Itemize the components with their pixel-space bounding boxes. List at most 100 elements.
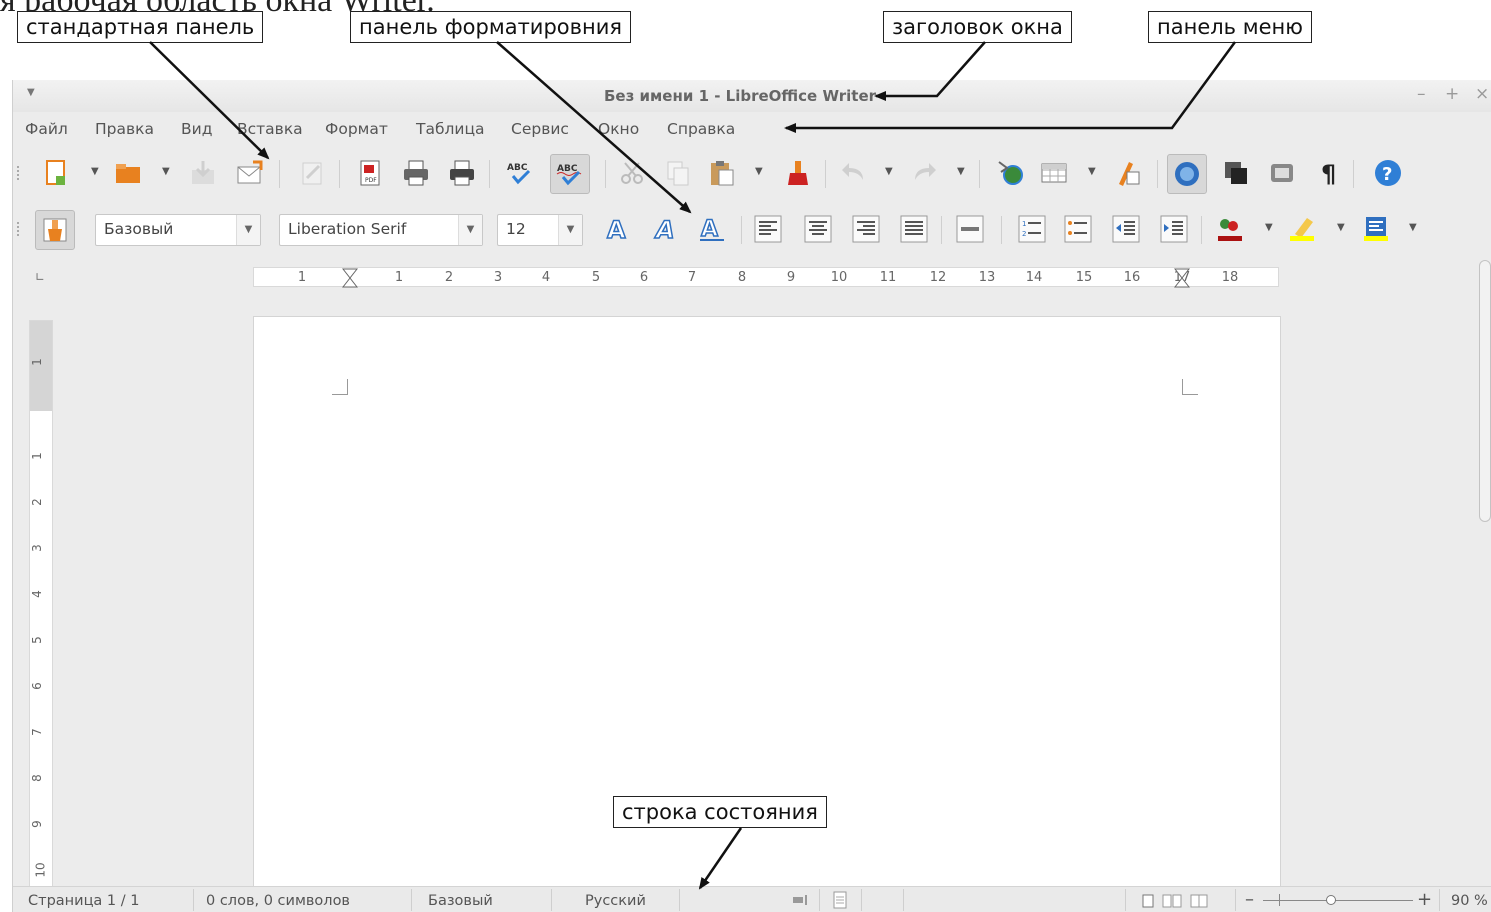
right-indent-marker-icon[interactable] bbox=[1174, 268, 1190, 288]
zoom-slider[interactable] bbox=[1263, 900, 1413, 901]
chevron-down-icon[interactable]: ▼ bbox=[236, 215, 260, 245]
maximize-button[interactable]: + bbox=[1445, 84, 1459, 104]
language[interactable]: Русский bbox=[585, 893, 646, 909]
zoom-out-button[interactable]: – bbox=[1245, 889, 1254, 910]
chevron-down-icon[interactable]: ▼ bbox=[558, 215, 582, 245]
numbering-icon[interactable]: 12 bbox=[1017, 214, 1047, 244]
tab-stop-icon[interactable]: ∟ bbox=[35, 270, 45, 284]
help-icon[interactable]: ? bbox=[1373, 158, 1403, 188]
font-color-dropdown-icon[interactable]: ▼ bbox=[1265, 222, 1273, 233]
undo-dropdown-icon[interactable]: ▼ bbox=[885, 166, 893, 177]
redo-icon[interactable] bbox=[909, 158, 939, 188]
open-icon[interactable] bbox=[113, 158, 143, 188]
menu-help[interactable]: Справка bbox=[667, 120, 735, 138]
new-dropdown-icon[interactable]: ▼ bbox=[91, 166, 99, 177]
email-icon[interactable] bbox=[235, 158, 265, 188]
data-sources-icon[interactable] bbox=[1267, 158, 1297, 188]
menu-format[interactable]: Формат bbox=[325, 120, 388, 138]
background-color-icon[interactable] bbox=[1361, 214, 1391, 244]
menu-insert[interactable]: Вставка bbox=[237, 120, 303, 138]
zoom-slider-handle[interactable] bbox=[1326, 895, 1336, 905]
view-layout-icons[interactable] bbox=[1139, 893, 1211, 909]
chevron-down-icon[interactable]: ▼ bbox=[458, 215, 482, 245]
decrease-indent-icon[interactable] bbox=[1111, 214, 1141, 244]
ruler-number: 1 bbox=[394, 270, 404, 285]
align-left-icon[interactable] bbox=[753, 214, 783, 244]
left-indent-marker-icon[interactable] bbox=[342, 268, 358, 288]
export-pdf-icon[interactable]: PDF bbox=[355, 158, 385, 188]
gallery-icon[interactable] bbox=[1221, 158, 1251, 188]
redo-dropdown-icon[interactable]: ▼ bbox=[957, 166, 965, 177]
title-bar: ▼ Без имени 1 - LibreOffice Writer – + × bbox=[13, 80, 1491, 112]
font-size-select[interactable]: 12 ▼ bbox=[497, 214, 583, 246]
document-modified-icon[interactable] bbox=[831, 891, 849, 909]
align-right-icon[interactable] bbox=[851, 214, 881, 244]
ruler-number: 1 bbox=[297, 270, 307, 285]
vruler-number: 10 bbox=[33, 862, 48, 878]
paragraph-style-value: Базовый bbox=[104, 220, 174, 238]
toolbar-grip[interactable] bbox=[17, 222, 20, 236]
bold-icon[interactable]: A bbox=[603, 214, 633, 244]
menu-tools[interactable]: Сервис bbox=[511, 120, 569, 138]
font-color-icon[interactable] bbox=[1215, 214, 1245, 244]
navigator-toggle[interactable] bbox=[1167, 154, 1207, 194]
svg-text:1: 1 bbox=[1022, 220, 1026, 228]
edit-mode-icon[interactable] bbox=[297, 158, 327, 188]
callout-window-title: заголовок окна bbox=[883, 11, 1072, 43]
print-preview-icon[interactable] bbox=[447, 158, 477, 188]
toolbar-grip[interactable] bbox=[17, 166, 20, 180]
word-count[interactable]: 0 слов, 0 символов bbox=[206, 893, 350, 909]
underline-icon[interactable]: A bbox=[697, 214, 727, 244]
italic-icon[interactable]: A bbox=[651, 214, 681, 244]
scrollbar-thumb[interactable] bbox=[1479, 260, 1491, 522]
vertical-ruler[interactable]: 1 1 2 3 4 5 6 7 8 9 10 bbox=[29, 320, 53, 912]
cut-icon[interactable] bbox=[617, 158, 647, 188]
line-spacing-icon[interactable] bbox=[955, 214, 985, 244]
highlight-icon[interactable] bbox=[1287, 214, 1317, 244]
autospellcheck-toggle[interactable]: ABC bbox=[550, 154, 590, 194]
svg-text:A: A bbox=[701, 217, 718, 242]
menu-file[interactable]: Файл bbox=[25, 120, 68, 138]
background-color-dropdown-icon[interactable]: ▼ bbox=[1409, 222, 1417, 233]
zoom-level[interactable]: 90 % bbox=[1451, 893, 1488, 909]
paste-icon[interactable] bbox=[707, 158, 737, 188]
menu-table[interactable]: Таблица bbox=[416, 120, 485, 138]
print-icon[interactable] bbox=[401, 158, 431, 188]
open-dropdown-icon[interactable]: ▼ bbox=[162, 166, 170, 177]
selection-mode-icon[interactable] bbox=[791, 893, 811, 907]
minimize-button[interactable]: – bbox=[1417, 84, 1426, 104]
ruler-number: 4 bbox=[541, 270, 551, 285]
menu-view[interactable]: Вид bbox=[181, 120, 212, 138]
formatting-marks-icon[interactable]: ¶ bbox=[1321, 160, 1351, 190]
font-name-select[interactable]: Liberation Serif ▼ bbox=[279, 214, 483, 246]
spellcheck-icon[interactable]: ABC bbox=[505, 158, 535, 188]
justify-icon[interactable] bbox=[899, 214, 929, 244]
paste-dropdown-icon[interactable]: ▼ bbox=[755, 166, 763, 177]
vruler-number: 1 bbox=[29, 452, 44, 460]
page-indicator[interactable]: Страница 1 / 1 bbox=[28, 893, 139, 909]
undo-icon[interactable] bbox=[839, 158, 869, 188]
highlight-dropdown-icon[interactable]: ▼ bbox=[1337, 222, 1345, 233]
save-icon[interactable] bbox=[188, 158, 218, 188]
copy-icon[interactable] bbox=[663, 158, 693, 188]
svg-text:?: ? bbox=[1382, 164, 1392, 185]
menu-window[interactable]: Окно bbox=[598, 120, 639, 138]
horizontal-ruler[interactable]: 1 1 2 3 4 5 6 7 8 9 10 11 12 13 14 15 16… bbox=[253, 267, 1279, 288]
styles-toggle[interactable] bbox=[35, 210, 75, 250]
align-center-icon[interactable] bbox=[803, 214, 833, 244]
table-dropdown-icon[interactable]: ▼ bbox=[1088, 166, 1096, 177]
close-button[interactable]: × bbox=[1475, 84, 1489, 104]
increase-indent-icon[interactable] bbox=[1159, 214, 1189, 244]
draw-functions-icon[interactable] bbox=[1113, 158, 1143, 188]
table-icon[interactable] bbox=[1039, 158, 1069, 188]
vruler-number: 9 bbox=[29, 820, 44, 828]
vertical-scrollbar[interactable] bbox=[1477, 260, 1491, 890]
page-style[interactable]: Базовый bbox=[428, 893, 493, 909]
paragraph-style-select[interactable]: Базовый ▼ bbox=[95, 214, 261, 246]
hyperlink-icon[interactable] bbox=[995, 158, 1025, 188]
menu-edit[interactable]: Правка bbox=[95, 120, 154, 138]
new-document-icon[interactable] bbox=[41, 158, 71, 188]
zoom-in-button[interactable]: + bbox=[1417, 889, 1432, 910]
bullets-icon[interactable] bbox=[1063, 214, 1093, 244]
clone-formatting-icon[interactable] bbox=[783, 158, 813, 188]
